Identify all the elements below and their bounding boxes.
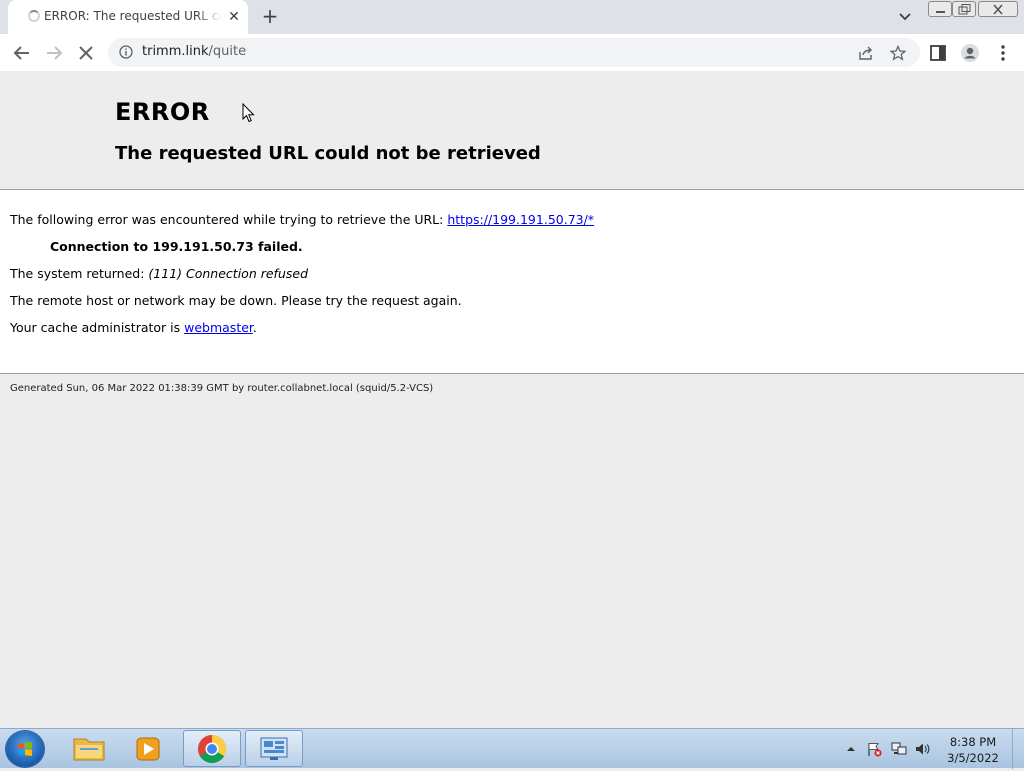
action-center-flag-icon[interactable] bbox=[866, 741, 882, 757]
profile-avatar-icon[interactable] bbox=[960, 43, 980, 63]
site-info-icon[interactable] bbox=[119, 45, 133, 59]
menu-dots-icon[interactable] bbox=[993, 43, 1013, 63]
url-host: trimm.link bbox=[142, 44, 209, 59]
clock[interactable]: 8:38 PM 3/5/2022 bbox=[944, 734, 1002, 766]
taskbar-explorer[interactable] bbox=[60, 730, 118, 767]
url-path: /quite bbox=[208, 44, 247, 59]
system-returned-value: (111) Connection refused bbox=[148, 266, 308, 281]
clock-time: 8:38 PM bbox=[949, 735, 997, 749]
connection-failed-line: Connection to 199.191.50.73 failed. bbox=[50, 239, 303, 254]
tab-title: ERROR: The requested URL could not be re… bbox=[44, 9, 222, 23]
taskbar-control-panel[interactable] bbox=[245, 730, 303, 767]
taskbar: 8:38 PM 3/5/2022 bbox=[0, 728, 1024, 769]
tab-strip: ERROR: The requested URL could not be re… bbox=[0, 0, 1024, 34]
stop-loading-icon[interactable] bbox=[75, 42, 97, 64]
control-panel-icon bbox=[260, 737, 288, 760]
network-icon[interactable] bbox=[891, 741, 907, 757]
error-url-prefix: The following error was encountered whil… bbox=[10, 212, 448, 227]
browser-toolbar: trimm.link/quite bbox=[0, 34, 1024, 72]
error-subtitle: The requested URL could not be retrieved bbox=[115, 143, 541, 164]
chrome-icon bbox=[198, 735, 226, 763]
side-panel-icon[interactable] bbox=[928, 43, 948, 63]
mouse-cursor-icon bbox=[242, 103, 255, 123]
address-bar[interactable]: trimm.link/quite bbox=[108, 38, 920, 67]
tab-close-icon[interactable]: ✕ bbox=[226, 9, 242, 25]
show-hidden-icons-icon[interactable] bbox=[843, 741, 859, 757]
media-player-icon bbox=[136, 737, 160, 761]
folder-icon bbox=[73, 738, 105, 761]
minimize-button[interactable] bbox=[928, 1, 952, 17]
share-icon[interactable] bbox=[858, 45, 874, 61]
generated-footer: Generated Sun, 06 Mar 2022 01:38:39 GMT … bbox=[10, 383, 434, 394]
restore-button[interactable] bbox=[952, 1, 976, 17]
volume-icon[interactable] bbox=[914, 741, 930, 757]
cache-admin-suffix: . bbox=[252, 320, 257, 335]
cache-admin-line: Your cache administrator is webmaster. bbox=[10, 320, 257, 335]
error-url-line: The following error was encountered whil… bbox=[10, 212, 594, 227]
page-content: ERROR The requested URL could not be ret… bbox=[0, 71, 1024, 728]
forward-arrow-icon[interactable] bbox=[43, 42, 65, 64]
show-desktop-button[interactable] bbox=[1012, 729, 1024, 769]
error-url-link[interactable]: https://199.191.50.73/* bbox=[447, 212, 594, 227]
system-returned-line: The system returned: (111) Connection re… bbox=[10, 266, 308, 281]
bookmark-star-icon[interactable] bbox=[890, 45, 906, 61]
error-title: ERROR bbox=[115, 98, 210, 126]
back-arrow-icon[interactable] bbox=[11, 42, 33, 64]
error-details: The following error was encountered whil… bbox=[0, 190, 1024, 374]
taskbar-chrome[interactable] bbox=[183, 730, 241, 767]
tab-search-chevron-icon[interactable] bbox=[896, 8, 914, 26]
system-returned-prefix: The system returned: bbox=[10, 266, 149, 281]
remote-host-line: The remote host or network may be down. … bbox=[10, 293, 462, 308]
tab-active[interactable]: ERROR: The requested URL could not be re… bbox=[8, 0, 248, 34]
webmaster-link[interactable]: webmaster bbox=[184, 320, 253, 335]
loading-spinner-icon bbox=[28, 10, 40, 22]
error-header: ERROR The requested URL could not be ret… bbox=[0, 71, 1024, 190]
new-tab-button[interactable]: + bbox=[260, 6, 280, 26]
windows-logo-icon bbox=[18, 742, 32, 756]
url-text: trimm.link/quite bbox=[142, 44, 246, 59]
taskbar-media-player[interactable] bbox=[120, 730, 178, 767]
cache-admin-prefix: Your cache administrator is bbox=[10, 320, 185, 335]
clock-date: 3/5/2022 bbox=[947, 751, 999, 765]
window-close-button[interactable] bbox=[978, 1, 1018, 17]
start-button[interactable] bbox=[6, 731, 44, 767]
